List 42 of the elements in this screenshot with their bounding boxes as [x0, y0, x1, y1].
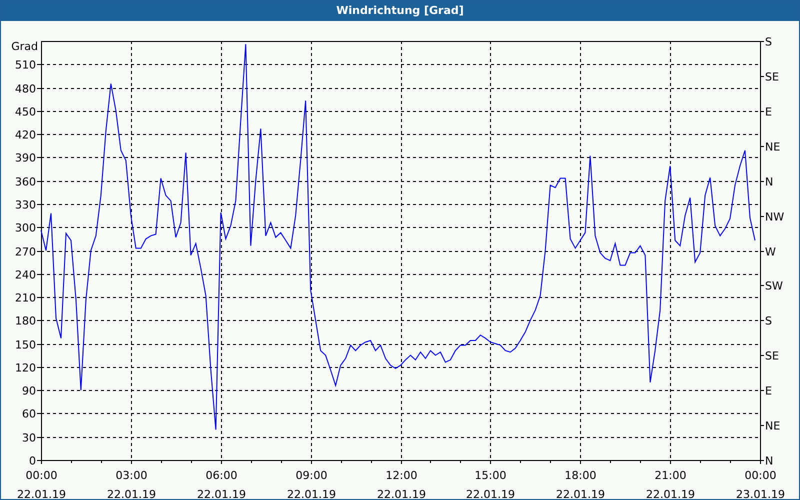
right-tick-label: SE	[765, 350, 779, 362]
y-tick-label: 60	[22, 408, 36, 420]
right-tick-label: E	[765, 106, 772, 118]
y-tick-label: 390	[15, 152, 36, 164]
right-tick-label: SW	[765, 280, 783, 292]
right-tick-label: N	[765, 176, 774, 188]
y-tick-label: 270	[15, 246, 36, 258]
right-tick-label: S	[765, 36, 772, 48]
axis-title: Grad	[11, 40, 38, 53]
y-tick-label: 330	[15, 198, 36, 212]
right-tick-label: W	[765, 246, 776, 258]
x-tick-label: 06:00 22.01.19	[197, 469, 246, 499]
right-tick-label: E	[765, 384, 772, 398]
right-tick-label: N	[765, 454, 774, 468]
y-tick-label: 510	[15, 58, 36, 72]
y-tick-label: 300	[15, 222, 36, 234]
y-tick-label: 210	[15, 292, 36, 304]
x-tick-label: 03:00 22.01.19	[107, 469, 156, 499]
x-tick-label: 18:00 22.01.19	[556, 469, 605, 499]
x-tick-label: 21:00 22.01.19	[646, 469, 695, 499]
x-tick-label: 00:00 23.01.19	[736, 469, 785, 499]
y-tick-label: 30	[22, 432, 36, 444]
right-tick-label: NW	[765, 210, 784, 224]
y-tick-label: 150	[15, 338, 36, 352]
y-tick-label: 450	[15, 106, 36, 118]
y-tick-label: 240	[15, 268, 36, 282]
right-tick-label: NE	[765, 420, 780, 432]
x-tick-label: 15:00 22.01.19	[466, 469, 515, 499]
y-tick-label: 420	[15, 128, 36, 142]
x-tick-label: 12:00 22.01.19	[377, 469, 426, 499]
y-tick-label: 0	[29, 454, 36, 468]
window-title: Windrichtung [Grad]	[1, 1, 799, 21]
y-tick-label: 180	[15, 314, 36, 328]
right-tick-label: S	[765, 314, 772, 328]
y-tick-label: 90	[22, 384, 36, 398]
x-tick-label: 00:00 22.01.19	[17, 469, 66, 499]
y-tick-label: 360	[15, 176, 36, 188]
right-tick-label: NE	[765, 140, 780, 154]
y-tick-label: 480	[15, 82, 36, 96]
right-tick-label: SE	[765, 70, 779, 84]
x-tick-label: 09:00 22.01.19	[287, 469, 336, 499]
y-tick-label: 120	[15, 362, 36, 374]
